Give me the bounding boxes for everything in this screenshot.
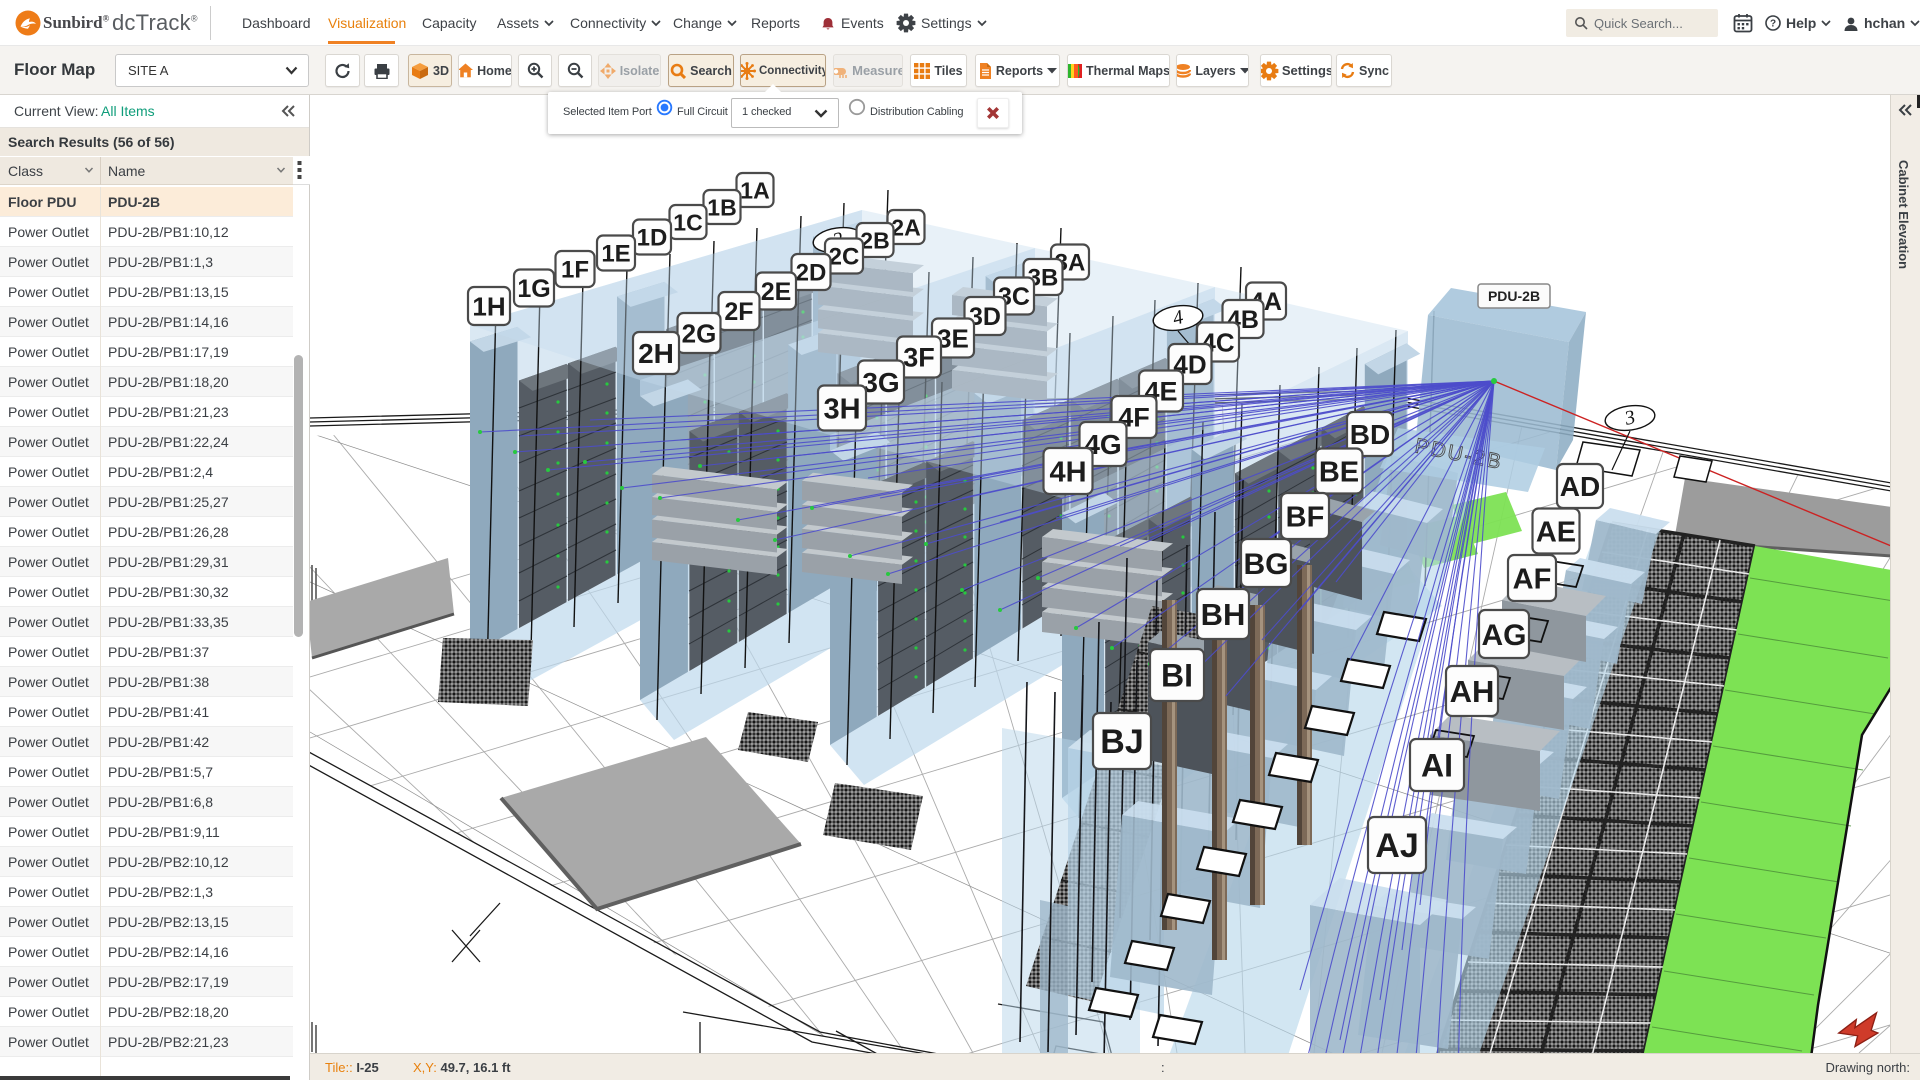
svg-text:AG: AG	[1482, 619, 1527, 652]
svg-text:BI: BI	[1161, 658, 1193, 694]
svg-text:1G: 1G	[517, 275, 550, 303]
svg-text:1F: 1F	[561, 257, 589, 284]
svg-text:AI: AI	[1421, 748, 1453, 784]
svg-text:3G: 3G	[862, 367, 899, 398]
svg-text:PDU-2B: PDU-2B	[1488, 288, 1540, 304]
svg-text:3H: 3H	[823, 393, 860, 425]
svg-text:1A: 1A	[740, 177, 769, 203]
svg-text:BH: BH	[1201, 597, 1246, 632]
svg-text:2H: 2H	[638, 338, 674, 369]
svg-text:BJ: BJ	[1100, 723, 1143, 761]
svg-text:4H: 4H	[1049, 456, 1086, 488]
svg-text:2F: 2F	[724, 298, 753, 326]
svg-text:BF: BF	[1286, 501, 1325, 533]
svg-text:2E: 2E	[761, 278, 792, 306]
svg-text:AD: AD	[1560, 471, 1600, 502]
svg-text:1D: 1D	[637, 225, 668, 252]
svg-text:2C: 2C	[829, 244, 860, 271]
svg-text:1C: 1C	[673, 209, 702, 235]
svg-text:BG: BG	[1244, 548, 1289, 581]
svg-text:?: ?	[1770, 19, 1776, 30]
svg-text:AJ: AJ	[1375, 827, 1418, 865]
svg-text:AF: AF	[1513, 563, 1552, 595]
svg-text:2D: 2D	[796, 260, 827, 287]
svg-text:1E: 1E	[601, 241, 630, 268]
svg-text:2A: 2A	[891, 214, 920, 240]
svg-text:2G: 2G	[682, 318, 717, 348]
svg-text:3F: 3F	[903, 343, 935, 373]
svg-text:2B: 2B	[860, 227, 889, 253]
svg-text:AE: AE	[1536, 516, 1576, 548]
svg-text:BD: BD	[1350, 419, 1390, 450]
svg-text:1B: 1B	[707, 194, 736, 220]
svg-text:AH: AH	[1450, 674, 1495, 709]
svg-text:BE: BE	[1319, 456, 1359, 488]
svg-text:1H: 1H	[472, 291, 505, 321]
